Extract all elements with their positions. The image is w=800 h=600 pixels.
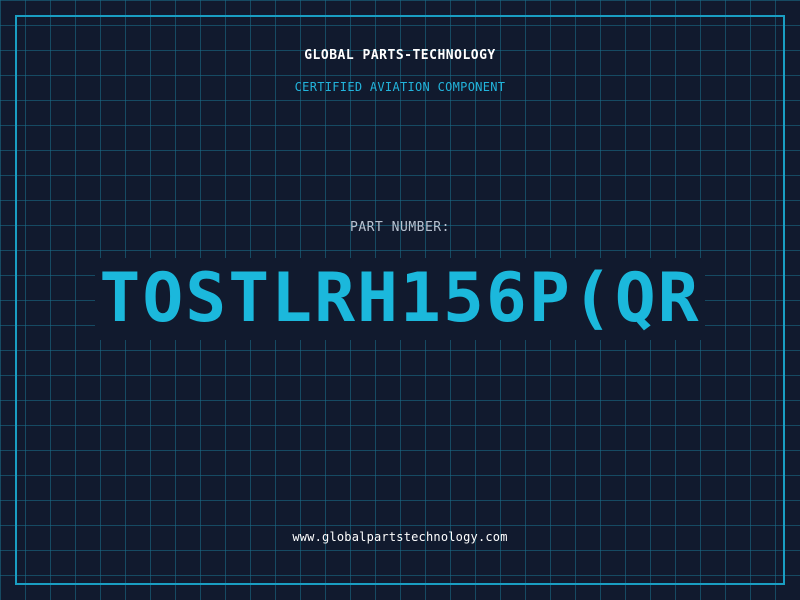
company-name: GLOBAL PARTS-TECHNOLOGY [304,48,496,63]
part-number-value: TOSTLRH156P(QR [95,258,705,340]
certification-subtitle: CERTIFIED AVIATION COMPONENT [294,80,506,94]
part-number-label: PART NUMBER: [350,220,450,235]
website-url: www.globalpartstechnology.com [292,530,508,544]
certificate-canvas: GLOBAL PARTS-TECHNOLOGY CERTIFIED AVIATI… [0,0,800,600]
part-number-container: TOSTLRH156P(QR [0,258,800,340]
